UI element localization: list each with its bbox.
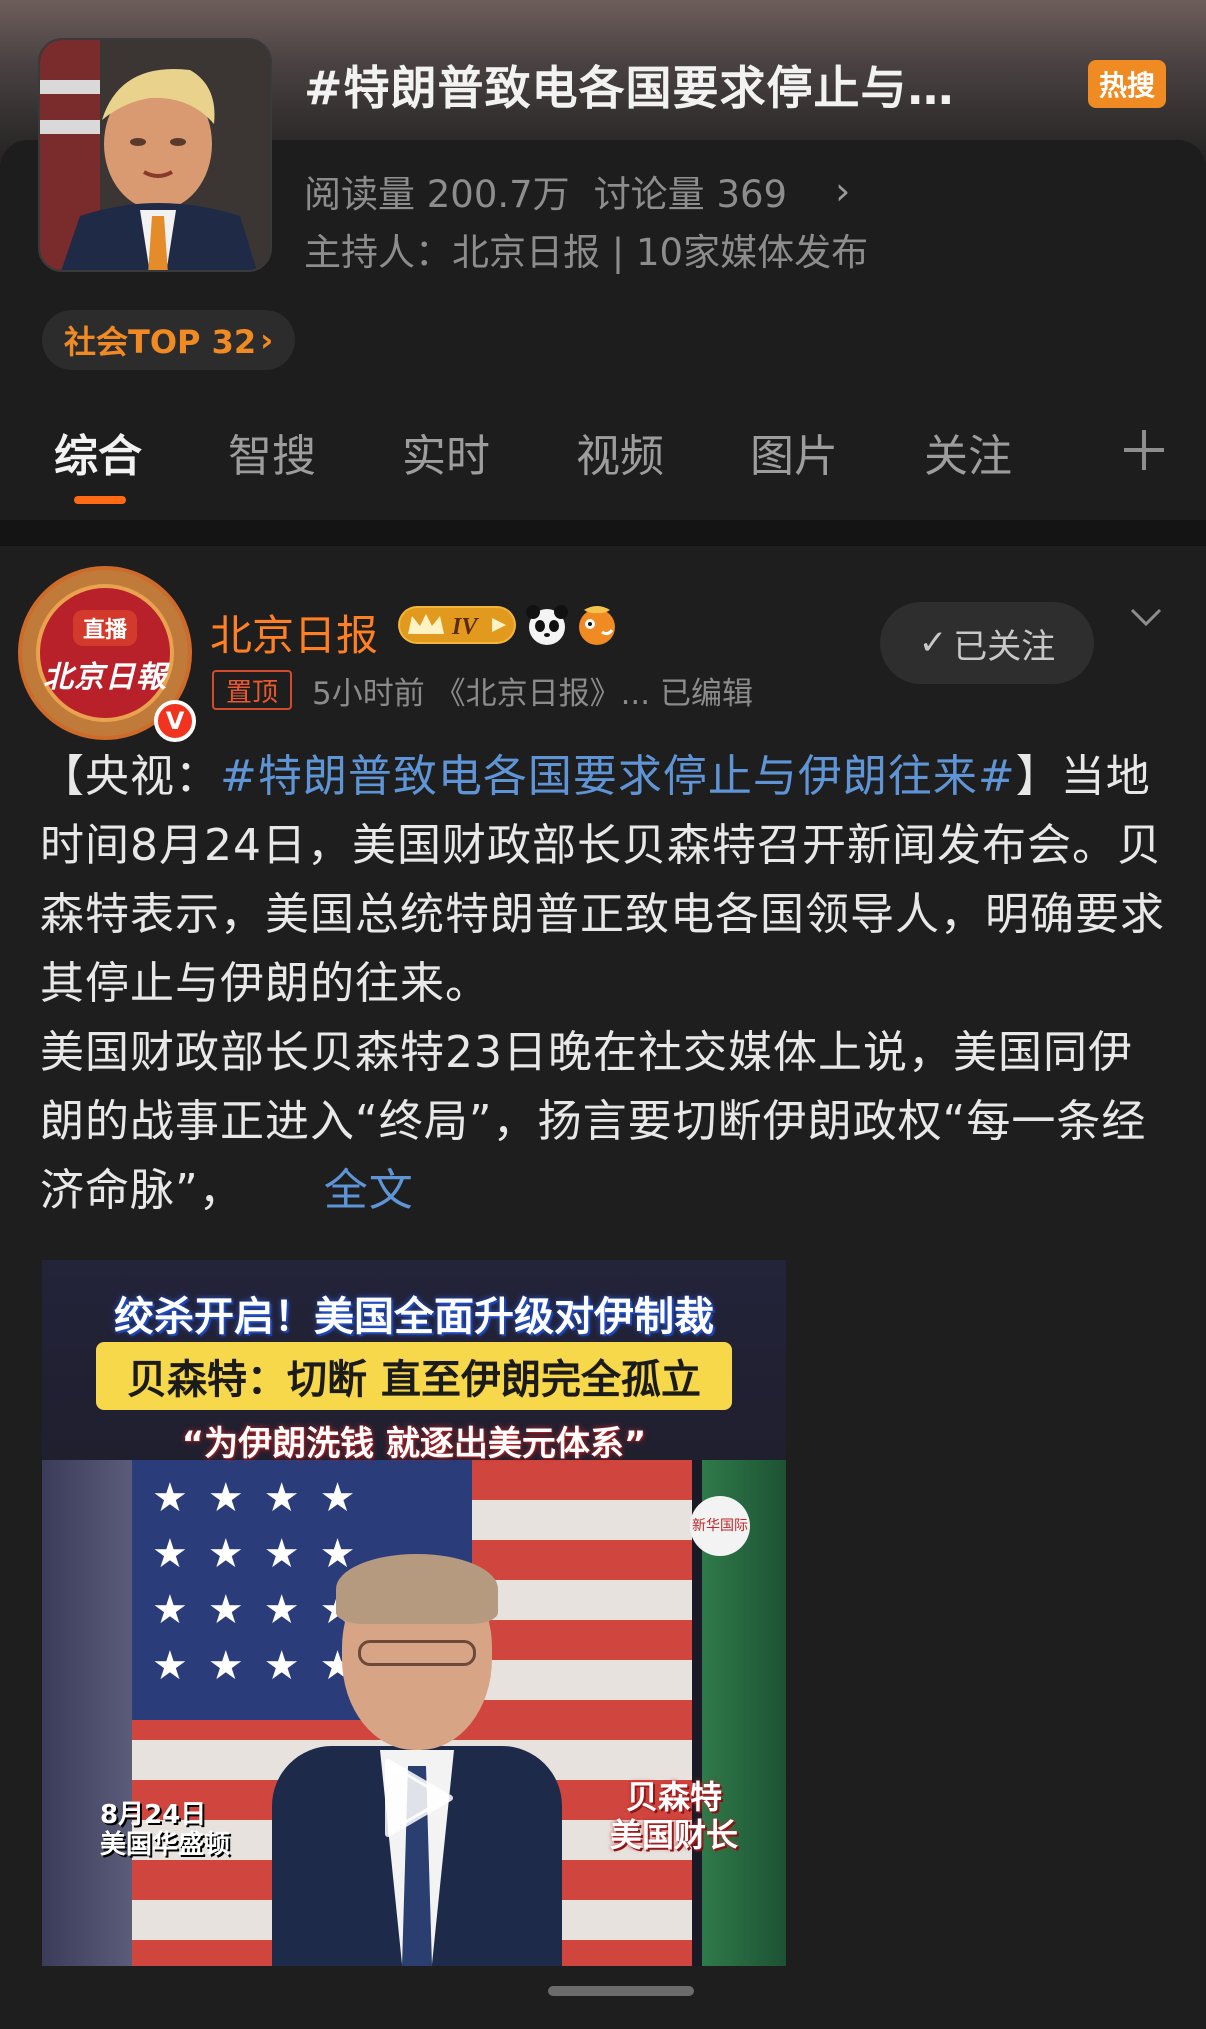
tab-video[interactable]: 视频 xyxy=(576,420,664,484)
chevron-down-icon[interactable] xyxy=(1128,598,1164,634)
video-headline: 绞杀开启！美国全面升级对伊制裁 xyxy=(114,1294,714,1340)
plus-icon[interactable] xyxy=(1122,428,1166,472)
avatar-logo: 直播 北京日報 xyxy=(36,584,174,722)
read-full-link[interactable]: 全文 xyxy=(324,1165,414,1216)
newspaper-logo: 北京日報 xyxy=(43,660,167,695)
section-divider xyxy=(0,520,1206,546)
video-subheadline-box: 贝森特：切断 直至伊朗完全孤立 xyxy=(96,1342,732,1410)
following-button[interactable]: ✓ 已关注 xyxy=(880,602,1094,684)
home-indicator[interactable] xyxy=(548,1986,694,1996)
svg-text:IV: IV xyxy=(451,614,479,640)
post-meta: 5小时前 《北京日报》... 已编辑 xyxy=(312,676,753,712)
active-tab-indicator xyxy=(74,496,126,504)
text-prefix: 【央视： xyxy=(40,751,220,802)
following-label: 已关注 xyxy=(953,626,1056,667)
crown-badge-icon: IV xyxy=(398,606,516,644)
play-icon[interactable] xyxy=(380,1756,454,1840)
live-label: 直播 xyxy=(72,610,137,646)
caption-name: 贝森特 xyxy=(626,1778,723,1816)
background-flag xyxy=(42,1460,132,1966)
watermark-logo: 新华国际 xyxy=(690,1496,750,1556)
tab-realtime[interactable]: 实时 xyxy=(402,420,490,484)
rank-label: 社会TOP 32 xyxy=(64,323,257,361)
video-quote: “为伊朗洗钱 就逐出美元体系” xyxy=(181,1424,647,1464)
topic-title: #特朗普致电各国要求停止与… xyxy=(304,61,955,115)
video-subheadline: 贝森特：切断 直至伊朗完全孤立 xyxy=(127,1357,701,1403)
video-caption-speaker: 贝森特 美国财长 xyxy=(610,1778,738,1854)
chevron-right-icon[interactable]: › xyxy=(835,169,850,213)
topic-host[interactable]: 主持人：北京日报 | 10家媒体发布 xyxy=(304,222,868,276)
verified-icon: V xyxy=(154,700,196,742)
caption-place: 美国华盛顿 xyxy=(100,1830,231,1860)
hot-search-badge: 热搜 xyxy=(1088,60,1166,108)
check-icon: ✓ xyxy=(918,623,948,663)
fish-icon xyxy=(579,606,615,645)
panda-icon xyxy=(526,605,568,645)
video-thumbnail[interactable]: ★★★★ ★★★★ ★★★★ ★★★★ 绞杀开启！美国全面升级对伊制裁 贝森特：切断 … xyxy=(42,1260,786,1966)
avatar[interactable]: 直播 北京日報 V xyxy=(18,566,196,742)
pinned-badge: 置顶 xyxy=(212,670,292,710)
rank-chip[interactable]: 社会TOP 32 › xyxy=(42,310,296,370)
tab-images[interactable]: 图片 xyxy=(750,420,838,484)
topic-stats[interactable]: 阅读量 200.7万 讨论量 369 › xyxy=(304,164,850,218)
discussion-count: 讨论量 369 xyxy=(593,173,788,216)
post-card: 直播 北京日報 V 北京日报 IV 置顶 5小时前 《北京日报》... 已编辑 … xyxy=(0,546,1206,2029)
tab-comprehensive[interactable]: 综合 xyxy=(54,420,142,484)
topic-cover-image[interactable] xyxy=(38,38,272,272)
caption-title: 美国财长 xyxy=(610,1816,739,1854)
caption-date: 8月24日 xyxy=(100,1800,207,1830)
tab-bar: 综合 智搜 实时 视频 图片 关注 xyxy=(0,420,1206,510)
read-count: 阅读量 200.7万 xyxy=(304,173,570,216)
tab-smart-search[interactable]: 智搜 xyxy=(228,420,316,484)
topic-hashtag-link[interactable]: #特朗普致电各国要求停止与伊朗往来# xyxy=(220,751,1016,802)
post-text: 【央视：#特朗普致电各国要求停止与伊朗往来#】当地时间8月24日，美国财政部长贝… xyxy=(40,742,1176,1225)
author-name[interactable]: 北京日报 xyxy=(210,602,378,663)
video-caption-location: 8月24日 美国华盛顿 xyxy=(100,1800,230,1860)
chevron-right-icon: › xyxy=(260,321,274,359)
text-paragraph-2: 美国财政部长贝森特23日晚在社交媒体上说，美国同伊朗的战事正进入“终局”，扬言要… xyxy=(40,1027,1147,1216)
tab-following[interactable]: 关注 xyxy=(924,420,1012,484)
